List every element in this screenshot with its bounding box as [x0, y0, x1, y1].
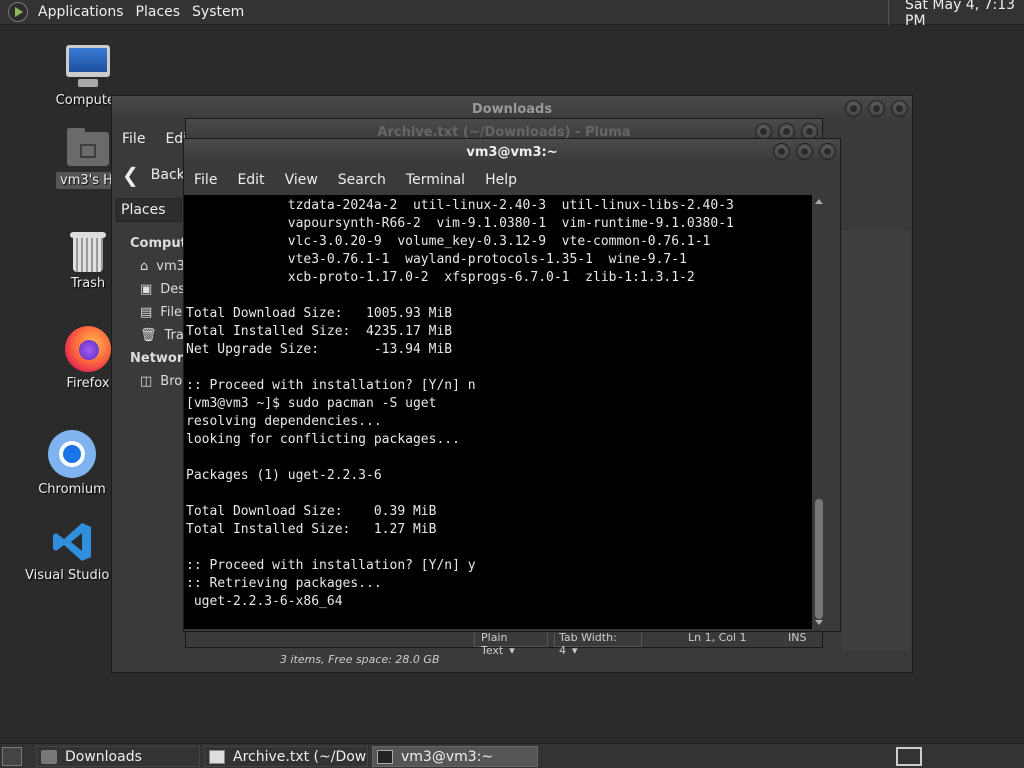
term-menu-edit[interactable]: Edit — [227, 172, 274, 188]
desktop-icon: ▣ — [140, 282, 153, 297]
terminal-line: looking for conflicting packages... — [186, 432, 460, 447]
menu-system[interactable]: System — [186, 4, 250, 20]
terminal-line: :: Proceed with installation? [Y/n] y — [186, 558, 476, 573]
workspace-switcher[interactable] — [896, 747, 922, 766]
terminal-text: tzdata-2024a-2 util-linux-2.40-3 util-li… — [186, 197, 734, 611]
terminal-line: Total Download Size: 1005.93 MiB — [186, 306, 453, 321]
terminal-line: Total Download Size: 0.39 MiB — [186, 504, 437, 519]
terminal-line: vlc-3.0.20-9 volume_key-0.3.12-9 vte-com… — [186, 234, 711, 249]
terminal-scrollbar[interactable] — [812, 195, 826, 629]
top-panel: Applications Places System Sat May 4, 7:… — [0, 0, 1024, 29]
desktop-label-vscode: Visual Studio Code — [25, 568, 119, 583]
minimize-button[interactable] — [845, 100, 862, 117]
scrollbar-thumb[interactable] — [815, 499, 823, 619]
task-archive[interactable]: Archive.txt (~/Down... — [204, 746, 368, 767]
folder-icon — [41, 749, 57, 764]
main-menu-icon[interactable] — [8, 2, 28, 22]
maximize-button[interactable] — [796, 143, 813, 160]
terminal-line: resolving dependencies... — [186, 414, 382, 429]
chevron-down-icon: ▾ — [572, 644, 578, 657]
terminal-menubar: File Edit View Search Terminal Help — [184, 165, 840, 195]
text-editor-icon — [209, 749, 225, 764]
terminal-line: Total Installed Size: 1.27 MiB — [186, 522, 437, 537]
drive-icon: ▤ — [140, 305, 153, 320]
fm-content-area — [842, 231, 910, 651]
close-button[interactable] — [819, 143, 836, 160]
task-downloads[interactable]: Downloads — [36, 746, 200, 767]
term-menu-view[interactable]: View — [275, 172, 328, 188]
close-button[interactable] — [891, 100, 908, 117]
terminal-titlebar[interactable]: vm3@vm3:~ — [184, 139, 840, 165]
terminal-line: :: Retrieving packages... — [186, 576, 382, 591]
insert-mode: INS — [788, 631, 807, 644]
network-icon: ◫ — [140, 374, 153, 389]
terminal-window: vm3@vm3:~ File Edit View Search Terminal… — [183, 138, 841, 632]
terminal-line: tzdata-2024a-2 util-linux-2.40-3 util-li… — [186, 198, 734, 213]
scroll-down-icon[interactable] — [815, 620, 823, 625]
back-button[interactable]: Back — [151, 167, 185, 183]
firefox-icon — [65, 326, 111, 372]
terminal-line: xcb-proto-1.17.0-2 xfsprogs-6.7.0-1 zlib… — [186, 270, 695, 285]
maximize-button[interactable] — [868, 100, 885, 117]
clock[interactable]: Sat May 4, 7:13 PM — [888, 0, 1024, 29]
back-icon[interactable]: ❮ — [122, 163, 139, 187]
terminal-output[interactable]: tzdata-2024a-2 util-linux-2.40-3 util-li… — [184, 195, 826, 629]
terminal-line: [vm3@vm3 ~]$ sudo pacman -S uget — [186, 396, 437, 411]
computer-icon — [64, 45, 112, 89]
chromium-icon — [48, 430, 96, 478]
terminal-line: vte3-0.76.1-1 wayland-protocols-1.35-1 w… — [186, 252, 687, 267]
file-manager-title: Downloads — [471, 101, 553, 117]
home-icon: ⌂ — [140, 259, 149, 274]
scroll-up-icon[interactable] — [815, 199, 823, 204]
chevron-down-icon: ▾ — [509, 644, 515, 657]
cursor-position: Ln 1, Col 1 — [688, 631, 747, 644]
terminal-title: vm3@vm3:~ — [466, 144, 558, 160]
terminal-line: :: Proceed with installation? [Y/n] n — [186, 378, 476, 393]
terminal-line: Total Installed Size: 4235.17 MiB — [186, 324, 453, 339]
menu-places[interactable]: Places — [130, 4, 187, 20]
terminal-icon — [377, 749, 393, 764]
vscode-icon — [50, 520, 94, 564]
terminal-line: Packages (1) uget-2.2.3-6 — [186, 468, 382, 483]
fm-menu-file[interactable]: File — [112, 131, 155, 147]
minimize-button[interactable] — [773, 143, 790, 160]
term-menu-file[interactable]: File — [184, 172, 227, 188]
show-desktop-icon[interactable] — [2, 747, 22, 766]
term-menu-search[interactable]: Search — [328, 172, 396, 188]
bottom-panel: Downloads Archive.txt (~/Down... vm3@vm3… — [0, 743, 1024, 768]
places-selector[interactable]: Places — [116, 198, 182, 222]
home-folder-icon — [65, 128, 111, 168]
trash-icon — [70, 230, 106, 272]
term-menu-terminal[interactable]: Terminal — [396, 172, 475, 188]
trash-small-icon: 🗑 — [140, 328, 157, 343]
task-terminal[interactable]: vm3@vm3:~ — [372, 746, 538, 767]
terminal-line: uget-2.2.3-6-x86_64 — [186, 594, 343, 609]
menu-applications[interactable]: Applications — [32, 4, 130, 20]
terminal-line: Net Upgrade Size: -13.94 MiB — [186, 342, 453, 357]
term-menu-help[interactable]: Help — [475, 172, 527, 188]
terminal-line: vapoursynth-R66-2 vim-9.1.0380-1 vim-run… — [186, 216, 734, 231]
